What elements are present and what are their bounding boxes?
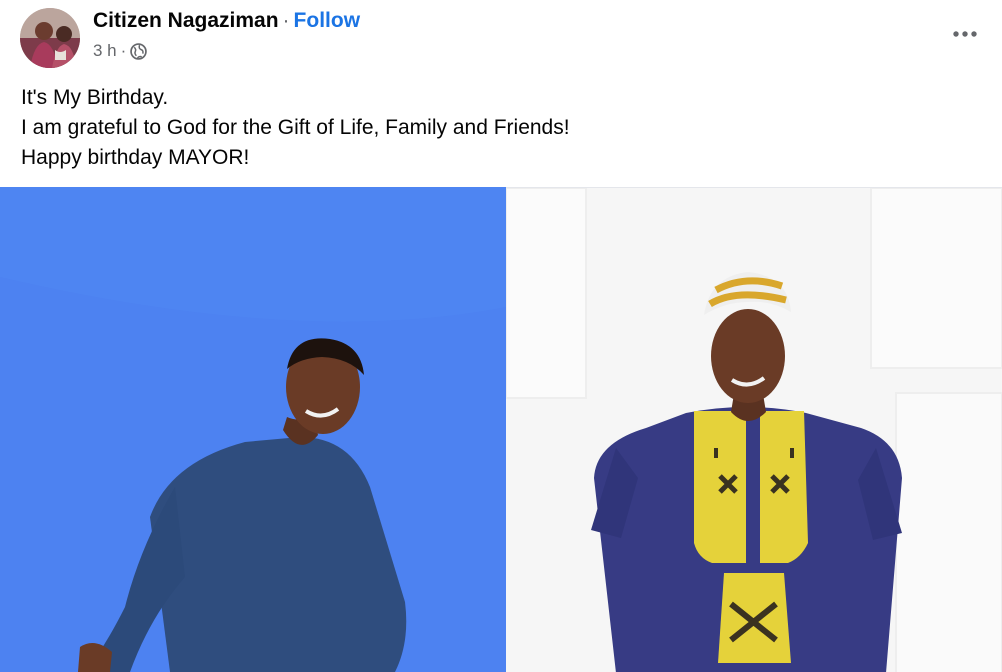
post-photo-right[interactable] (506, 187, 1002, 672)
author-avatar[interactable] (20, 8, 80, 68)
more-options-icon[interactable] (950, 22, 980, 46)
caption-line: Happy birthday MAYOR! (21, 146, 250, 169)
post-photo-left[interactable] (0, 187, 506, 672)
post-caption: It's My Birthday. I am grateful to God f… (21, 83, 570, 173)
caption-line: I am grateful to God for the Gift of Lif… (21, 116, 570, 139)
follow-button[interactable]: Follow (294, 9, 361, 32)
caption-line: It's My Birthday. (21, 86, 169, 109)
post-time[interactable]: 3 h (93, 41, 117, 61)
post-header: Citizen Nagaziman · Follow 3 h · (0, 0, 1002, 75)
author-name[interactable]: Citizen Nagaziman (93, 9, 279, 32)
meta-separator: · (120, 41, 127, 60)
post-meta: 3 h · (93, 41, 148, 61)
author-line: Citizen Nagaziman · Follow (93, 9, 360, 33)
globe-icon[interactable] (130, 42, 148, 60)
author-separator: · (282, 9, 290, 32)
